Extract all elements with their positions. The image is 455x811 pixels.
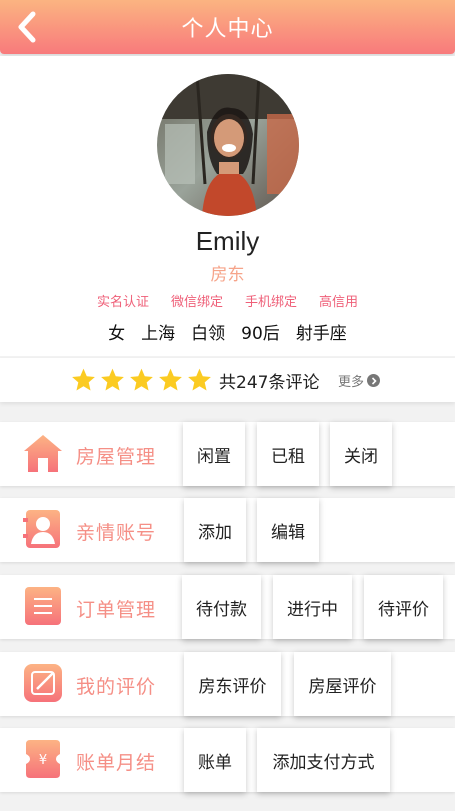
star-icon bbox=[130, 368, 153, 391]
in-progress-button[interactable]: 进行中 bbox=[273, 575, 352, 639]
section-title: 我的评价 bbox=[76, 676, 157, 698]
rating-row: 共247条评论 更多 bbox=[0, 358, 455, 402]
avatar[interactable] bbox=[157, 74, 299, 216]
more-label: 更多 bbox=[338, 375, 365, 390]
person-icon bbox=[23, 510, 60, 548]
profile-tags: 女 上海 白领 90后 射手座 bbox=[0, 319, 455, 344]
review-count: 共247条评论 bbox=[219, 373, 320, 393]
tag-city: 上海 bbox=[141, 324, 176, 344]
edit-button[interactable]: 编辑 bbox=[257, 498, 319, 562]
add-button[interactable]: 添加 bbox=[184, 498, 246, 562]
page-title: 个人中心 bbox=[181, 17, 274, 42]
svg-text:¥: ¥ bbox=[39, 753, 47, 768]
pending-review-button[interactable]: 待评价 bbox=[364, 575, 443, 639]
star-icon bbox=[159, 368, 182, 391]
user-name: Emily bbox=[195, 226, 260, 256]
add-payment-method-button[interactable]: 添加支付方式 bbox=[257, 728, 390, 792]
badge-phone: 手机绑定 bbox=[245, 295, 298, 310]
user-role: 房东 bbox=[210, 265, 245, 285]
list-icon bbox=[25, 587, 61, 625]
edit-icon bbox=[24, 664, 62, 702]
badge-realname: 实名认证 bbox=[96, 295, 149, 310]
tag-gender: 女 bbox=[108, 324, 126, 344]
profile-card: Emily 房东 实名认证 微信绑定 手机绑定 高信用 女 上海 白领 90后 … bbox=[0, 56, 455, 356]
chevron-right-circle-icon bbox=[367, 374, 381, 387]
house-icon bbox=[24, 435, 62, 472]
tag-zodiac: 射手座 bbox=[295, 324, 347, 344]
section-house-management: 房屋管理 闲置 已租 关闭 bbox=[0, 422, 455, 486]
closed-button[interactable]: 关闭 bbox=[330, 422, 392, 486]
section-title: 房屋管理 bbox=[76, 446, 157, 468]
back-button[interactable] bbox=[12, 10, 42, 44]
section-order-management: 订单管理 待付款 进行中 待评价 bbox=[0, 575, 455, 639]
pending-payment-button[interactable]: 待付款 bbox=[182, 575, 261, 639]
star-icon bbox=[188, 368, 211, 391]
star-icon bbox=[72, 368, 95, 391]
idle-button[interactable]: 闲置 bbox=[183, 422, 245, 486]
badge-credit: 高信用 bbox=[319, 295, 359, 310]
landlord-review-button[interactable]: 房东评价 bbox=[184, 652, 281, 716]
house-review-button[interactable]: 房屋评价 bbox=[294, 652, 391, 716]
verification-badges: 实名认证 微信绑定 手机绑定 高信用 bbox=[0, 291, 455, 310]
section-title: 订单管理 bbox=[76, 599, 157, 621]
section-monthly-billing: ¥ 账单月结 账单 添加支付方式 bbox=[0, 728, 455, 792]
section-my-reviews: 我的评价 房东评价 房屋评价 bbox=[0, 652, 455, 716]
more-reviews-link[interactable]: 更多 bbox=[338, 371, 381, 390]
tag-occupation: 白领 bbox=[191, 324, 226, 344]
section-title: 亲情账号 bbox=[76, 522, 157, 544]
chevron-left-icon bbox=[18, 11, 36, 43]
section-family-account: 亲情账号 添加 编辑 bbox=[0, 498, 455, 562]
star-icon bbox=[101, 368, 124, 391]
tag-generation: 90后 bbox=[241, 324, 280, 344]
bill-button[interactable]: 账单 bbox=[184, 728, 246, 792]
star-rating bbox=[70, 367, 213, 393]
section-title: 账单月结 bbox=[76, 752, 157, 774]
badge-wechat: 微信绑定 bbox=[170, 295, 223, 310]
app-header: 个人中心 bbox=[0, 0, 455, 54]
rented-button[interactable]: 已租 bbox=[257, 422, 319, 486]
bill-icon: ¥ bbox=[26, 740, 60, 778]
